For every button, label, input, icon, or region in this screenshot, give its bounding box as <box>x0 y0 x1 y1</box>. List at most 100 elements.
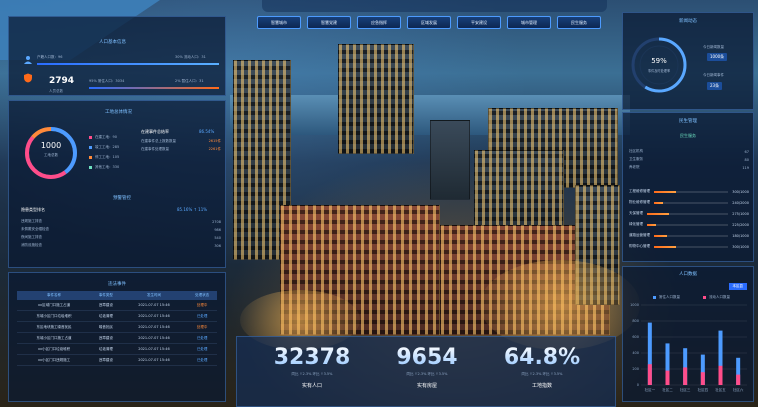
event-stat-list: 在建事件总上报数数量 2615件 在建事件处理数量 2261件 <box>141 139 221 151</box>
y-tick-label: 1000 <box>630 303 639 307</box>
x-tick-label: 社区四 <box>698 387 709 392</box>
nav-item-livelihood[interactable]: 民生服务 <box>557 16 601 29</box>
construction-panel: 工地总体情况 1000 工地总数 在建工地：90 竣工工地：285 停工工地：1… <box>8 100 226 268</box>
service-counts: 社区机构 67 卫生服务 80 养老院 119 <box>629 149 749 173</box>
nav-item-city-mgmt[interactable]: 城市管理 <box>507 16 551 29</box>
nav-item-smart-city[interactable]: 智慧城市 <box>257 16 301 29</box>
building <box>430 120 470 200</box>
list-item: 夜间施工排查 540 <box>21 235 221 240</box>
panel-title: 人口基本信息 <box>99 40 126 45</box>
list-item: 养老院 119 <box>629 165 749 170</box>
progress-fill <box>654 201 663 204</box>
hazard-rank-title: 隐患类型排名 <box>21 207 45 212</box>
legend-item: 其他工地：330 <box>89 165 119 170</box>
col-header: 发生时间 <box>120 291 188 300</box>
livelihood-panel: 民生管理 民生服务 社区机构 67 卫生服务 80 养老院 119 工程维修管理 300… <box>622 112 754 262</box>
top-header-bar <box>262 0 607 12</box>
table-row[interactable]: 东区地块施工噪音扰民 噪音扰民 2021-07-07 15:46 处理中 <box>17 321 217 333</box>
hazard-rank-rate: 85.16% ↑ 11% <box>177 207 208 212</box>
nav-item-region[interactable]: 区域发展 <box>407 16 451 29</box>
site-total: 1000 <box>40 141 62 150</box>
bar-floating <box>736 374 741 385</box>
legend-item: 常住人口数量 <box>653 295 680 300</box>
kpi-houses: 9654 同比 ↑2.3% 环比 ↑3.5% 实有房屋 <box>372 345 482 389</box>
handling-rate-value: 59% <box>651 57 667 65</box>
kpi-value: 32378 <box>257 345 367 370</box>
x-tick-label: 社区五 <box>715 387 726 392</box>
legend-item: 停工工地：105 <box>89 155 119 160</box>
population-info-panel: 人口基本信息 户籍人口数：96 30% 流动人口：31 2794 人员总数 95… <box>8 16 226 96</box>
progress-row: 道路运营管理 180/1000 <box>629 233 749 238</box>
nav-item-emergency[interactable]: 应急指挥 <box>357 16 401 29</box>
total-population-label: 人员总数 <box>49 89 63 93</box>
hazard-list: 违规施工排查 2708 未佩戴安全帽检查 986 夜间施工排查 540 消防设施检查 3… <box>21 219 221 251</box>
kpi-label: 实有房屋 <box>416 383 437 389</box>
floating-count: 30% 流动人口：31 <box>175 55 206 59</box>
table-row[interactable]: xx小区门口垃圾堆积 垃圾清理 2021-07-07 15:46 已处理 <box>17 343 217 355</box>
y-tick-label: 0 <box>637 383 639 387</box>
kpi-label: 实有人口 <box>301 383 322 389</box>
resident-count: 95% 常住人口：3034 <box>89 79 125 83</box>
kpi-label: 工地指数 <box>531 383 552 389</box>
bar-floating <box>647 364 652 385</box>
warning-title: 预警管控 <box>113 196 131 201</box>
col-header: 处理状态 <box>187 291 217 300</box>
kpi-change: 同比 ↑2.3% 环比 ↑3.5% <box>521 372 563 376</box>
y-tick-label: 600 <box>632 335 639 339</box>
kpi-change: 同比 ↑2.3% 环比 ↑3.5% <box>291 372 333 376</box>
progress-fill <box>654 190 677 193</box>
table-row[interactable]: 东城小区门口施工占道 违章建设 2021-07-07 15:46 已处理 <box>17 332 217 344</box>
nav-item-party[interactable]: 智慧党建 <box>307 16 351 29</box>
news-event-value: 23条 <box>707 82 723 90</box>
handling-rate-ring <box>631 37 687 93</box>
temporary-count: 2% 暂住人口：31 <box>175 79 204 83</box>
table-row[interactable]: 东城小区门口垃圾堆积 垃圾清理 2021-07-07 15:46 已处理 <box>17 310 217 322</box>
main-nav: 智慧城市 智慧党建 应急指挥 区域发展 平安建设 城市管理 民生服务 <box>257 16 601 29</box>
panel-title: 新闻动态 <box>679 19 697 24</box>
progress-row: 购物中心管理 300/1000 <box>629 244 749 249</box>
resident-bar <box>89 87 219 89</box>
x-tick-label: 社区二 <box>662 387 673 392</box>
registered-count: 户籍人口数：96 <box>37 55 63 59</box>
list-item: 社区机构 67 <box>629 149 749 154</box>
bar-floating <box>683 367 688 385</box>
progress-fill <box>654 234 668 237</box>
progress-fill <box>647 212 670 215</box>
bar-floating <box>718 365 723 385</box>
x-tick-label: 社区六 <box>733 387 744 392</box>
panel-subtitle: 民生服务 <box>680 133 696 138</box>
nav-item-safety[interactable]: 平安建设 <box>457 16 501 29</box>
col-header: 事件名称 <box>17 291 92 300</box>
event-rate-value: 86.54% <box>199 129 215 134</box>
table-row[interactable]: xx小区门口违规施工 违章建设 2021-07-07 15:46 已处理 <box>17 354 217 366</box>
news-count-label: 今日新闻数量 <box>703 45 724 49</box>
building <box>338 44 414 154</box>
panel-title: 工地总体情况 <box>105 110 132 115</box>
table-row[interactable]: xx区域门口施工占道 违章建设 2021-07-07 15:46 处理中 <box>17 300 217 311</box>
population-bar-chart: 1000 800 600 400 200 0 社区一 社区二 社区三 社区四 社区五 社区六 <box>630 303 747 392</box>
handling-rate-label: 事件及时处理率 <box>647 69 671 73</box>
population-chart-panel: 人口数据 本区县 常住人口数量 流动人口数量 1000 800 600 400 200 0… <box>622 266 754 402</box>
x-tick-label: 社区三 <box>680 387 691 392</box>
region-select[interactable]: 本区县 <box>728 283 747 290</box>
x-tick-label: 社区一 <box>645 387 656 392</box>
news-event-label: 今日新闻事件 <box>703 73 724 77</box>
population-bar <box>37 63 219 65</box>
kpi-panel: 32378 同比 ↑2.3% 环比 ↑3.5% 实有人口 9654 同比 ↑2.… <box>236 336 616 407</box>
progress-fill <box>654 245 677 248</box>
people-icon <box>24 56 32 64</box>
y-tick-label: 400 <box>632 351 639 355</box>
kpi-value: 9654 <box>372 345 482 370</box>
y-tick-label: 800 <box>632 319 639 323</box>
bar-floating <box>665 370 670 385</box>
violation-events-panel: 违法事件 事件名称 事件类型 发生时间 处理状态 xx区域门口施工占道 违章建设 2… <box>8 272 226 402</box>
kpi-population: 32378 同比 ↑2.3% 环比 ↑3.5% 实有人口 <box>257 345 367 389</box>
legend-item: 流动人口数量 <box>703 295 730 300</box>
legend-item: 竣工工地：285 <box>89 145 119 150</box>
list-item: 违规施工排查 2708 <box>21 219 221 224</box>
list-item: 卫生服务 80 <box>629 157 749 162</box>
bar-floating <box>700 372 705 385</box>
kpi-site-index: 64.8% 同比 ↑2.3% 环比 ↑3.5% 工地指数 <box>487 345 597 389</box>
kpi-value: 64.8% <box>487 345 597 370</box>
progress-row: 物业维修管理 240/2000 <box>629 200 749 205</box>
